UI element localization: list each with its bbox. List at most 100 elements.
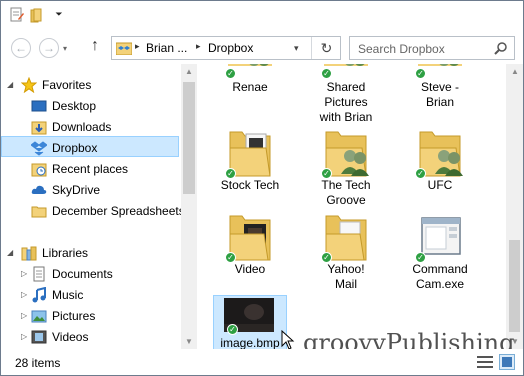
file-item-the-tech-groove[interactable]: ✓ The Tech Groove [306, 128, 386, 208]
libraries-icon [21, 246, 37, 261]
dropbox-location-icon [116, 42, 132, 55]
sidebar-item-recent-places[interactable]: Recent places [1, 158, 181, 179]
file-item-command-cam-exe[interactable]: ✓ Command Cam.exe [400, 212, 480, 292]
file-name: Command Cam.exe [412, 262, 468, 291]
address-bar[interactable]: ▸ Brian ... ▸ Dropbox ▾ ↻ [111, 36, 341, 60]
collapse-arrow-icon[interactable]: ◢ [7, 248, 13, 257]
film-icon [31, 330, 47, 344]
sidebar-item-label: Desktop [52, 99, 97, 113]
search-icon[interactable] [494, 41, 508, 55]
file-item-renae[interactable]: ✓ Renae [210, 64, 290, 124]
expand-arrow-icon[interactable]: ▷ [21, 290, 27, 299]
search-box[interactable]: Search Dropbox [349, 36, 515, 60]
file-item-steve-brian[interactable]: ✓ Steve - Brian [400, 64, 480, 124]
star-icon [21, 77, 37, 93]
file-name: Video [234, 262, 266, 276]
expand-arrow-icon[interactable]: ▷ [21, 311, 27, 320]
file-item-ufc[interactable]: ✓ UFC [400, 128, 480, 208]
scroll-up-arrow-icon[interactable]: ▲ [511, 67, 519, 76]
scroll-down-arrow-icon[interactable]: ▼ [185, 337, 193, 346]
file-name: Steve - Brian [420, 80, 459, 109]
sidebar-item-label: Dropbox [52, 141, 98, 155]
item-count: 28 items [15, 356, 61, 370]
sync-status-icon: ✓ [321, 68, 332, 79]
sidebar-item-dropbox[interactable]: Dropbox [1, 136, 179, 157]
sidebar-item-downloads[interactable]: Downloads [1, 116, 181, 137]
explorer-window: ⏷ ← → ▾ ↑ ▸ Brian ... ▸ Dropbox ▾ ↻ Sear… [0, 0, 524, 376]
scroll-up-arrow-icon[interactable]: ▲ [185, 67, 193, 76]
sidebar-item-label: Music [52, 288, 84, 302]
scrollbar-thumb[interactable] [509, 240, 520, 332]
navigation-scrollbar[interactable]: ▲ ▼ [181, 64, 197, 349]
file-item-shared-pictures-with-brian[interactable]: ✓ Shared Pictures with Brian [306, 64, 386, 124]
status-bar: 28 items [1, 349, 523, 375]
navigation-bar: ← → ▾ ↑ ▸ Brian ... ▸ Dropbox ▾ ↻ Search… [1, 30, 523, 64]
address-history-dropdown[interactable]: ▾ [294, 43, 299, 54]
file-list: ✓ Renae ✓ Shared Pictures with Brian ✓ S… [199, 64, 505, 349]
sidebar-item-label: Pictures [52, 309, 96, 323]
forward-button[interactable]: → [39, 38, 59, 58]
sidebar-item-label: Documents [52, 267, 113, 281]
file-name: Stock Tech [220, 178, 280, 192]
cloud-icon [31, 185, 47, 194]
sidebar-item-documents[interactable]: ▷ Documents [1, 263, 181, 284]
libraries-label: Libraries [42, 246, 89, 260]
scrollbar-thumb[interactable] [183, 82, 195, 194]
sidebar-item-videos[interactable]: ▷ Videos [1, 326, 181, 347]
dropbox-icon [31, 141, 47, 156]
file-item-yahoo-mail[interactable]: ✓ Yahoo! Mail [306, 212, 386, 292]
file-name: Shared Pictures with Brian [319, 80, 373, 124]
breadcrumb-dropbox[interactable]: Dropbox [208, 41, 253, 55]
desktop-icon [31, 100, 47, 112]
sync-status-icon: ✓ [415, 68, 426, 79]
music-icon [32, 287, 46, 303]
sidebar-item-label: December Spreadsheets [52, 204, 185, 218]
sync-status-icon: ✓ [225, 68, 236, 79]
expand-arrow-icon[interactable]: ▷ [21, 269, 27, 278]
properties-icon[interactable] [9, 7, 25, 23]
expand-arrow-icon[interactable]: ▷ [21, 332, 27, 341]
sidebar-item-december-spreadsheets[interactable]: December Spreadsheets [1, 200, 185, 221]
file-item-video[interactable]: ✓ Video [210, 212, 290, 292]
navigation-pane: ◢ Favorites Desktop Downloads Dropbox Re… [1, 64, 198, 349]
file-item-stock-tech[interactable]: ✓ Stock Tech [210, 128, 290, 208]
file-name: Renae [232, 80, 268, 94]
refresh-button[interactable]: ↻ [311, 37, 341, 59]
recent-places-icon [31, 163, 47, 177]
downloads-icon [31, 121, 47, 135]
favorites-group[interactable]: ◢ Favorites [1, 74, 181, 95]
breadcrumb-user[interactable]: Brian ... [146, 41, 187, 55]
recent-locations-button[interactable]: ▾ [63, 44, 67, 53]
breadcrumb-separator[interactable]: ▸ [135, 41, 140, 52]
file-name: The Tech Groove [321, 178, 371, 207]
sidebar-item-label: Videos [52, 330, 89, 344]
sidebar-item-pictures[interactable]: ▷ Pictures [1, 305, 181, 326]
sidebar-item-label: Recent places [52, 162, 129, 176]
sidebar-item-music[interactable]: ▷ Music [1, 284, 181, 305]
details-view-icon[interactable] [477, 355, 493, 369]
collapse-arrow-icon[interactable]: ◢ [7, 80, 13, 89]
libraries-group[interactable]: ◢ Libraries [1, 242, 181, 263]
large-icons-view-icon[interactable] [499, 354, 515, 370]
file-name: image.bmp [220, 336, 280, 349]
sidebar-item-desktop[interactable]: Desktop [1, 95, 181, 116]
quick-access-toolbar: ⏷ [1, 1, 523, 30]
customize-toolbar-dropdown[interactable]: ⏷ [51, 9, 67, 25]
folder-icon [31, 206, 47, 218]
mouse-cursor-icon [281, 330, 295, 349]
sync-status-icon: ✓ [227, 324, 238, 335]
sidebar-item-label: SkyDrive [52, 183, 101, 197]
file-item-image-bmp[interactable]: ✓ image.bmp [213, 295, 287, 349]
search-input[interactable]: Search Dropbox [358, 42, 445, 56]
back-button[interactable]: ← [11, 38, 31, 58]
content-scrollbar[interactable]: ▲ ▼ [506, 64, 523, 349]
sidebar-item-skydrive[interactable]: SkyDrive [1, 179, 181, 200]
breadcrumb-separator[interactable]: ▸ [196, 41, 201, 52]
file-name: UFC [427, 178, 453, 192]
pictures-icon [31, 310, 47, 323]
favorites-label: Favorites [42, 78, 92, 92]
up-button[interactable]: ↑ [87, 37, 103, 55]
documents-icon [33, 266, 45, 282]
large-icons-glyph-icon [502, 357, 512, 367]
new-folder-icon[interactable] [29, 7, 45, 23]
